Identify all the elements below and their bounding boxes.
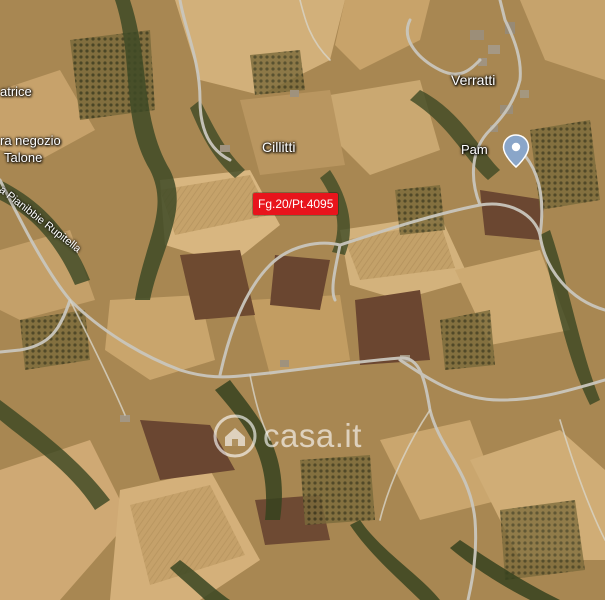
- place-label-cillitti[interactable]: Cillitti: [262, 139, 295, 155]
- place-label-talone[interactable]: Talone: [4, 150, 42, 165]
- place-label-negozio[interactable]: ra negozio: [0, 133, 61, 148]
- map-view[interactable]: Verratti Cillitti Pam atrice ra negozio …: [0, 0, 605, 600]
- parcel-label[interactable]: Fg.20/Pt.4095: [253, 193, 339, 215]
- place-label-verratti[interactable]: Verratti: [451, 72, 495, 88]
- place-label-pam[interactable]: Pam: [461, 142, 488, 157]
- watermark-text: casa.it: [263, 417, 362, 454]
- house-icon: [213, 414, 257, 458]
- location-pin-icon[interactable]: [502, 134, 530, 168]
- place-label-atrice[interactable]: atrice: [0, 84, 32, 99]
- watermark: casa.it: [213, 414, 362, 458]
- satellite-imagery: [0, 0, 605, 600]
